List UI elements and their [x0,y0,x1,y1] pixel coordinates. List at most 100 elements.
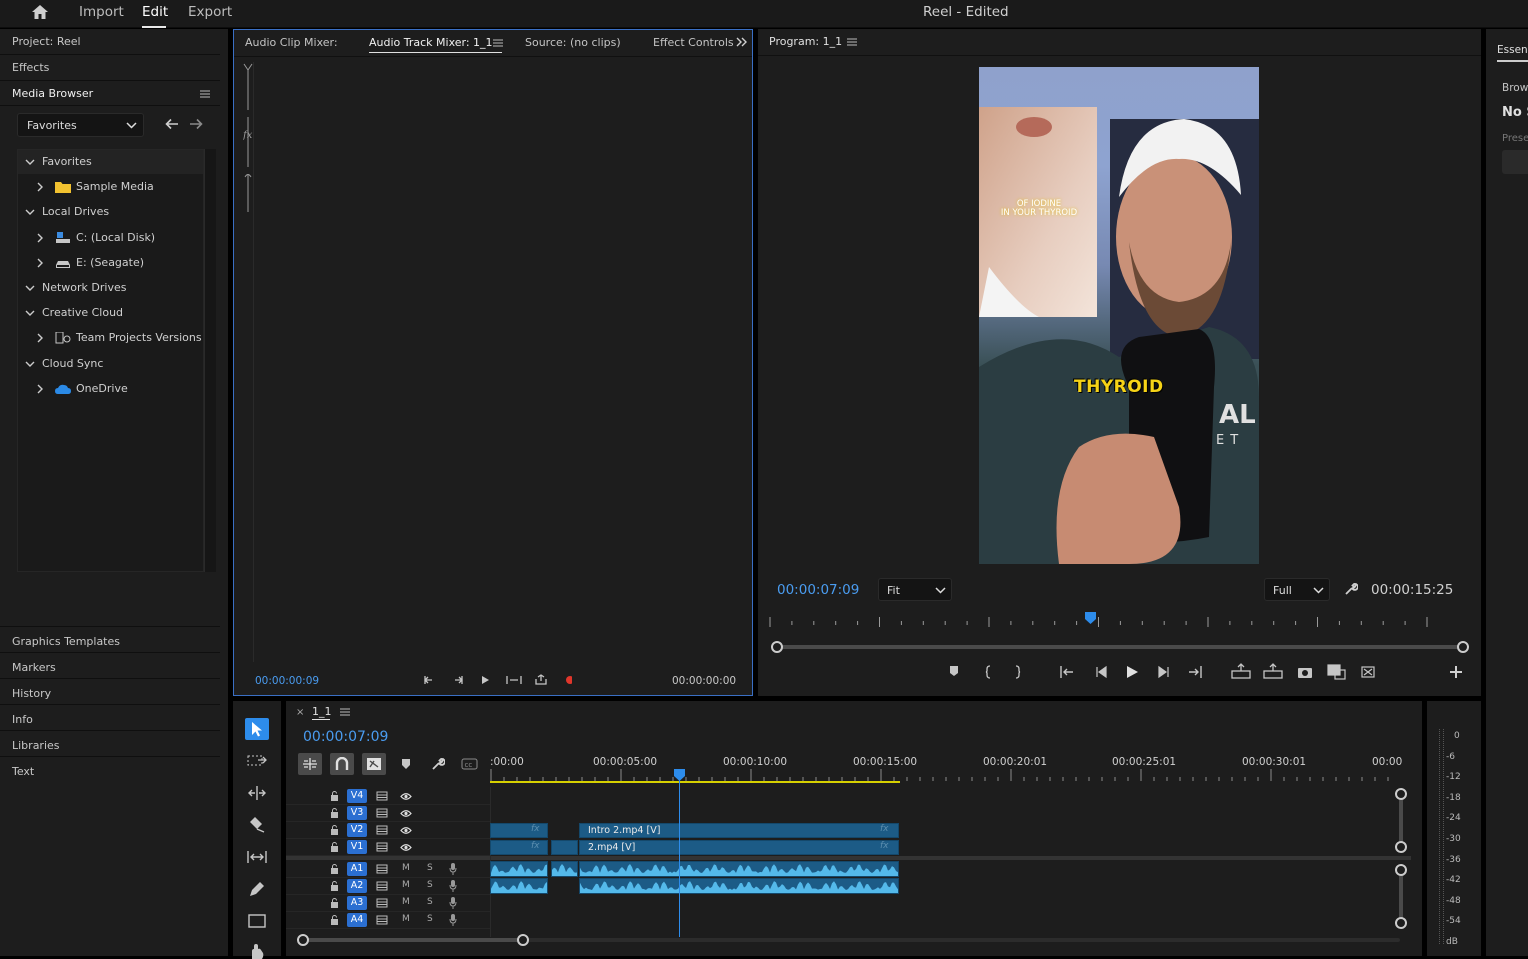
tree-item[interactable]: Local Drives [18,200,203,224]
tab-effect-controls[interactable]: Effect Controls [653,36,734,49]
chevron-down-icon[interactable] [25,285,35,292]
audio-tracks-scrollbar[interactable] [1395,864,1407,930]
tree-item[interactable]: Network Drives [18,276,203,300]
tree-item[interactable]: Cloud Sync [18,352,203,376]
audio-clip[interactable] [490,861,548,877]
track-lock-icon[interactable] [330,864,339,874]
tree-item[interactable]: C: (Local Disk) [18,226,203,250]
solo-button[interactable]: S [427,863,433,873]
rectangle-tool[interactable] [248,913,266,929]
solo-button[interactable]: S [427,880,433,890]
voiceover-mic-icon[interactable] [449,863,457,875]
tab-overflow-icon[interactable] [736,37,748,47]
track-area[interactable]: fx Intro 2.mp4 [V] fx fx 2.mp4 [V] fx [490,775,1400,937]
browse-tab[interactable]: Brow [1502,82,1528,94]
clip-v2-a[interactable]: fx [490,823,548,838]
edit-tab[interactable]: Edit [142,4,168,20]
track-target-label[interactable]: A1 [347,862,367,876]
timeline-timecode[interactable]: 00:00:07:09 [303,729,388,745]
track-lock-icon[interactable] [330,825,339,835]
chevron-down-icon[interactable] [25,361,35,368]
program-menu-icon[interactable] [847,38,857,46]
home-icon[interactable] [30,3,50,21]
chevron-right-icon[interactable] [37,384,44,394]
track-target-label[interactable]: V1 [347,840,367,854]
close-sequence-icon[interactable]: × [296,707,304,718]
tree-item[interactable]: OneDrive [18,377,203,401]
video-tracks-scrollbar[interactable] [1395,788,1407,854]
captions-icon[interactable]: cc [461,758,478,770]
track-header-v1[interactable]: V1 [286,839,490,856]
panel-menu-icon[interactable] [200,90,210,98]
audio-clip[interactable] [551,861,578,877]
hand-tool[interactable] [248,943,266,959]
ripple-edit-tool[interactable] [247,785,267,801]
chevron-down-icon[interactable] [25,159,35,166]
track-target-label[interactable]: V3 [347,806,367,820]
track-sync-icon[interactable] [376,915,388,925]
snap-toggle[interactable] [330,753,354,775]
mute-button[interactable]: M [402,897,410,907]
panel-tab-libraries[interactable]: Libraries [0,730,220,756]
forward-arrow-icon[interactable] [189,118,203,130]
tree-scrollbar[interactable] [204,149,216,572]
clip-intro-2-video[interactable]: Intro 2.mp4 [V] fx [579,823,899,838]
panel-tab-markers[interactable]: Markers [0,652,220,678]
program-playhead[interactable] [1085,612,1097,624]
effects-panel-tab[interactable]: Effects [12,61,49,74]
track-sync-icon[interactable] [376,842,388,852]
sequence-tab[interactable]: 1_1 [312,705,332,718]
track-sync-icon[interactable] [376,898,388,908]
track-sync-icon[interactable] [376,791,388,801]
mute-button[interactable]: M [402,914,410,924]
razor-tool[interactable] [248,817,266,833]
solo-button[interactable]: S [427,914,433,924]
tab-menu-icon[interactable] [493,39,503,47]
mute-button[interactable]: M [402,880,410,890]
selection-tool[interactable] [245,718,269,740]
voiceover-mic-icon[interactable] [449,897,457,909]
chevron-right-icon[interactable] [37,333,44,343]
program-zoom-scrollbar[interactable] [771,641,1469,653]
work-area-bar[interactable] [490,781,900,783]
track-lock-icon[interactable] [330,791,339,801]
track-eye-icon[interactable] [400,792,412,801]
track-lock-icon[interactable] [330,808,339,818]
chevron-down-icon[interactable] [25,209,35,216]
import-tab[interactable]: Import [79,4,124,20]
track-lock-icon[interactable] [330,898,339,908]
voiceover-mic-icon[interactable] [449,880,457,892]
track-header-v3[interactable]: V3 [286,805,490,822]
chevron-right-icon[interactable] [37,233,44,243]
audio-clip[interactable] [579,861,899,877]
timeline-playhead-handle[interactable] [674,769,685,781]
program-tab[interactable]: Program: 1_1 [769,35,842,48]
wrench-icon[interactable] [1344,582,1358,596]
tree-item[interactable]: E: (Seagate) [18,251,203,275]
chevron-down-icon[interactable] [25,310,35,317]
tab-source-no-clips[interactable]: Source: (no clips) [525,36,621,49]
nest-toggle[interactable] [298,753,322,775]
source-timecode-left[interactable]: 00:00:00:09 [255,675,319,687]
project-panel-tab[interactable]: Project: Reel [12,35,81,48]
audio-clip[interactable] [579,878,899,894]
media-browser-tab[interactable]: Media Browser [12,87,93,100]
panel-tab-graphics-templates[interactable]: Graphics Templates [0,626,220,652]
tree-item[interactable]: Favorites [18,150,203,174]
mute-button[interactable]: M [402,863,410,873]
pen-tool[interactable] [248,881,266,897]
panel-tab-info[interactable]: Info [0,704,220,730]
presets-field[interactable] [1502,150,1528,174]
clip-v1-a[interactable]: fx [490,840,548,855]
track-sync-icon[interactable] [376,808,388,818]
add-marker-icon[interactable] [401,758,411,770]
resolution-dropdown[interactable]: Full [1264,578,1330,601]
favorites-dropdown[interactable]: Favorites [17,113,144,137]
mixer-automation-icon[interactable]: fx [243,62,253,212]
timeline-zoom-scrollbar[interactable] [297,934,1400,946]
tab-audio-track-mixer-1-1[interactable]: Audio Track Mixer: 1_1 [369,36,493,49]
track-eye-icon[interactable] [400,809,412,818]
slip-tool[interactable] [247,849,267,865]
zoom-dropdown[interactable]: Fit [878,578,952,601]
clip-v1-b[interactable] [551,840,578,855]
